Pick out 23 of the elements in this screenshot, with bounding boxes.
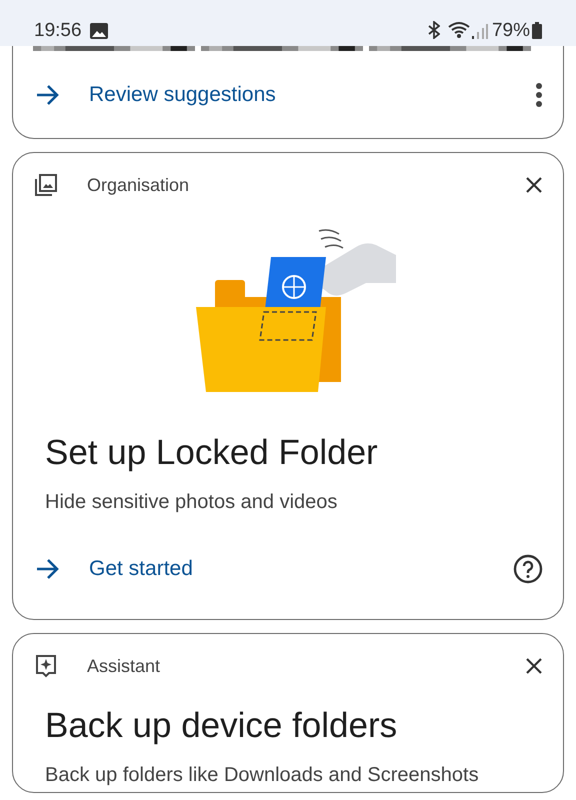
battery-percentage: 79% (492, 20, 530, 42)
arrow-icon (35, 84, 61, 106)
photo-album-icon (35, 174, 57, 196)
battery-icon (532, 22, 542, 39)
category-label: Organisation (87, 174, 190, 196)
action-link[interactable]: Review suggestions (35, 82, 276, 106)
image-notification-icon (90, 23, 108, 39)
help-button[interactable] (513, 554, 543, 584)
assistant-icon (35, 654, 57, 678)
close-button[interactable] (525, 657, 543, 675)
card-title: Back up device folders (44, 706, 398, 746)
card-description: Back up folders like Downloads and Screenshots (44, 763, 480, 788)
more-options-button[interactable] (535, 82, 543, 108)
clock: 19:56 (34, 20, 82, 42)
close-button[interactable] (525, 176, 543, 194)
arrow-icon (35, 558, 61, 580)
bluetooth-icon (428, 21, 440, 39)
card-description: Hide sensitive photos and videos (44, 490, 338, 515)
signal-icon (472, 23, 488, 39)
action-link[interactable]: Get started (35, 557, 193, 581)
wifi-icon (448, 21, 470, 39)
card-title: Set up Locked Folder (44, 433, 379, 473)
category-label: Assistant (87, 656, 162, 676)
